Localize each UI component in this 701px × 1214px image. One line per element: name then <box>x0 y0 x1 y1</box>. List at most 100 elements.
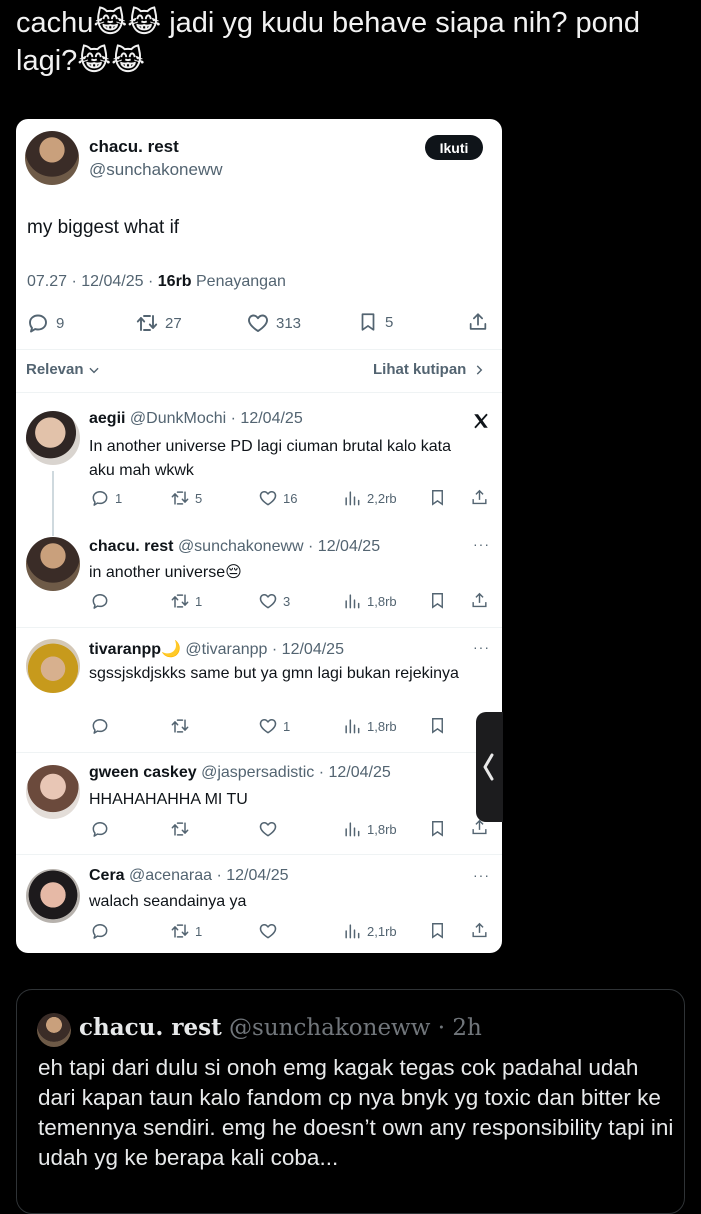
bookmark-icon[interactable] <box>428 591 447 610</box>
reply-date[interactable]: · 12/04/25 <box>216 867 288 884</box>
reply-author-handle[interactable]: @DunkMochi <box>130 410 226 427</box>
reply-author-name[interactable]: Cera <box>89 867 125 884</box>
x-logo-icon <box>474 413 488 429</box>
reply-author-name[interactable]: aegii <box>89 410 125 427</box>
reply-author-handle[interactable]: @tivaranpp <box>185 641 267 658</box>
like-icon <box>258 819 278 839</box>
view-quotes-link[interactable]: Lihat kutipan <box>373 361 486 378</box>
more-icon[interactable]: ··· <box>473 867 490 883</box>
share-action[interactable] <box>467 311 489 333</box>
like-action[interactable]: 3 <box>258 591 290 611</box>
bookmark-icon <box>357 311 379 333</box>
retweet-icon <box>170 716 190 736</box>
quoted-text: eh tapi dari dulu si onoh emg kagak tega… <box>38 1055 674 1170</box>
like-action[interactable] <box>258 921 283 941</box>
bookmark-action[interactable]: 5 <box>357 311 393 333</box>
reply-date[interactable]: · 12/04/25 <box>231 410 303 427</box>
retweet-icon <box>135 311 159 335</box>
reply-text: in another universe😔 <box>89 564 242 581</box>
chevron-left-icon <box>483 753 494 781</box>
side-panel-handle[interactable] <box>476 712 503 822</box>
bookmark-icon[interactable] <box>428 921 447 940</box>
like-action[interactable]: 1 <box>258 716 290 736</box>
view-count: 2,1rb <box>367 923 397 939</box>
share-icon[interactable] <box>470 591 489 610</box>
reply-action[interactable] <box>90 716 115 736</box>
divider <box>16 752 502 753</box>
sort-label: Relevan <box>26 361 84 378</box>
tweet-meta: 07.27 · 12/04/25 · 16rb Penayangan <box>27 273 286 291</box>
reply-date[interactable]: · 12/04/25 <box>272 641 344 658</box>
more-icon[interactable]: ··· <box>473 536 490 552</box>
avatar <box>26 537 80 591</box>
bookmark-icon[interactable] <box>428 716 447 735</box>
views-action[interactable]: 1,8rb <box>342 819 397 839</box>
reply-action[interactable]: 9 <box>26 311 64 335</box>
divider <box>16 349 502 350</box>
reply-date[interactable]: · 12/04/25 <box>319 764 391 781</box>
like-count: 3 <box>283 593 291 609</box>
reply-action[interactable] <box>90 591 115 611</box>
retweet-action[interactable] <box>170 819 195 839</box>
views-action[interactable]: 1,8rb <box>342 591 397 611</box>
reply-action[interactable] <box>90 921 115 941</box>
reply-icon <box>26 311 50 335</box>
like-action[interactable] <box>258 819 283 839</box>
reply-header: aegii @DunkMochi · 12/04/25 <box>89 410 303 428</box>
views-action[interactable]: 1,8rb <box>342 716 397 736</box>
quoted-author-handle[interactable]: @sunchakoneww <box>229 1015 430 1041</box>
reply-author-handle[interactable]: @acenaraa <box>129 867 212 884</box>
views-action[interactable]: 2,1rb <box>342 921 397 941</box>
reply-text: walach seandainya ya <box>89 893 247 910</box>
bookmark-icon[interactable] <box>428 819 447 838</box>
tweet-screenshot-card: chacu. rest @sunchakoneww Ikuti my bigge… <box>16 119 502 953</box>
share-icon[interactable] <box>470 488 489 507</box>
quoted-post[interactable]: chacu. rest @sunchakoneww · 2h eh tapi d… <box>16 989 685 1214</box>
reply-header: Cera @acenaraa · 12/04/25 <box>89 867 289 885</box>
avatar <box>26 869 80 923</box>
reply-author-name[interactable]: chacu. rest <box>89 538 173 555</box>
reply-text: In another universe PD lagi ciuman bruta… <box>89 438 451 479</box>
views-action[interactable]: 2,2rb <box>342 488 397 508</box>
retweet-action[interactable] <box>170 716 195 736</box>
retweet-action[interactable]: 1 <box>170 921 202 941</box>
reply-icon <box>90 716 110 736</box>
more-icon[interactable]: ··· <box>473 639 490 655</box>
reply-count: 1 <box>115 490 123 506</box>
like-action[interactable]: 313 <box>246 311 301 335</box>
quoted-author-name[interactable]: chacu. rest <box>79 1014 222 1041</box>
like-count: 16 <box>283 490 298 506</box>
avatar <box>26 765 80 819</box>
view-quotes-label: Lihat kutipan <box>373 361 467 378</box>
like-action[interactable]: 16 <box>258 488 297 508</box>
reply-action[interactable] <box>90 819 115 839</box>
divider <box>16 627 502 628</box>
reply-icon <box>90 921 110 941</box>
follow-button[interactable]: Ikuti <box>425 135 483 160</box>
author-handle[interactable]: @sunchakoneww <box>89 160 223 180</box>
bookmark-icon[interactable] <box>428 488 447 507</box>
author-name[interactable]: chacu. rest <box>89 137 179 157</box>
chevron-down-icon <box>88 367 99 373</box>
retweet-action[interactable]: 27 <box>135 311 182 335</box>
bookmark-count: 5 <box>385 313 394 331</box>
views-icon <box>342 488 362 508</box>
quoted-time[interactable]: · 2h <box>438 1015 482 1041</box>
like-count: 313 <box>276 314 302 332</box>
reply-author-handle[interactable]: @jaspersadistic <box>201 764 314 781</box>
sort-dropdown[interactable]: Relevan <box>26 361 101 378</box>
reply-action[interactable]: 1 <box>90 488 122 508</box>
quoted-header: chacu. rest @sunchakoneww · 2h <box>79 1014 482 1041</box>
reply-author-name[interactable]: tivaranpp🌙 <box>89 641 181 658</box>
views-count: 16rb <box>157 273 192 290</box>
retweet-action[interactable]: 1 <box>170 591 202 611</box>
retweet-action[interactable]: 5 <box>170 488 202 508</box>
avatar <box>37 1013 71 1047</box>
avatar <box>26 411 80 465</box>
reply-icon <box>90 591 110 611</box>
reply-date[interactable]: · 12/04/25 <box>308 538 380 555</box>
share-icon[interactable] <box>470 921 489 940</box>
reply-author-handle[interactable]: @sunchakoneww <box>178 538 304 555</box>
reply-author-name[interactable]: gween caskey <box>89 764 197 781</box>
tweet-time-date[interactable]: 07.27 · 12/04/25 · <box>27 273 158 290</box>
